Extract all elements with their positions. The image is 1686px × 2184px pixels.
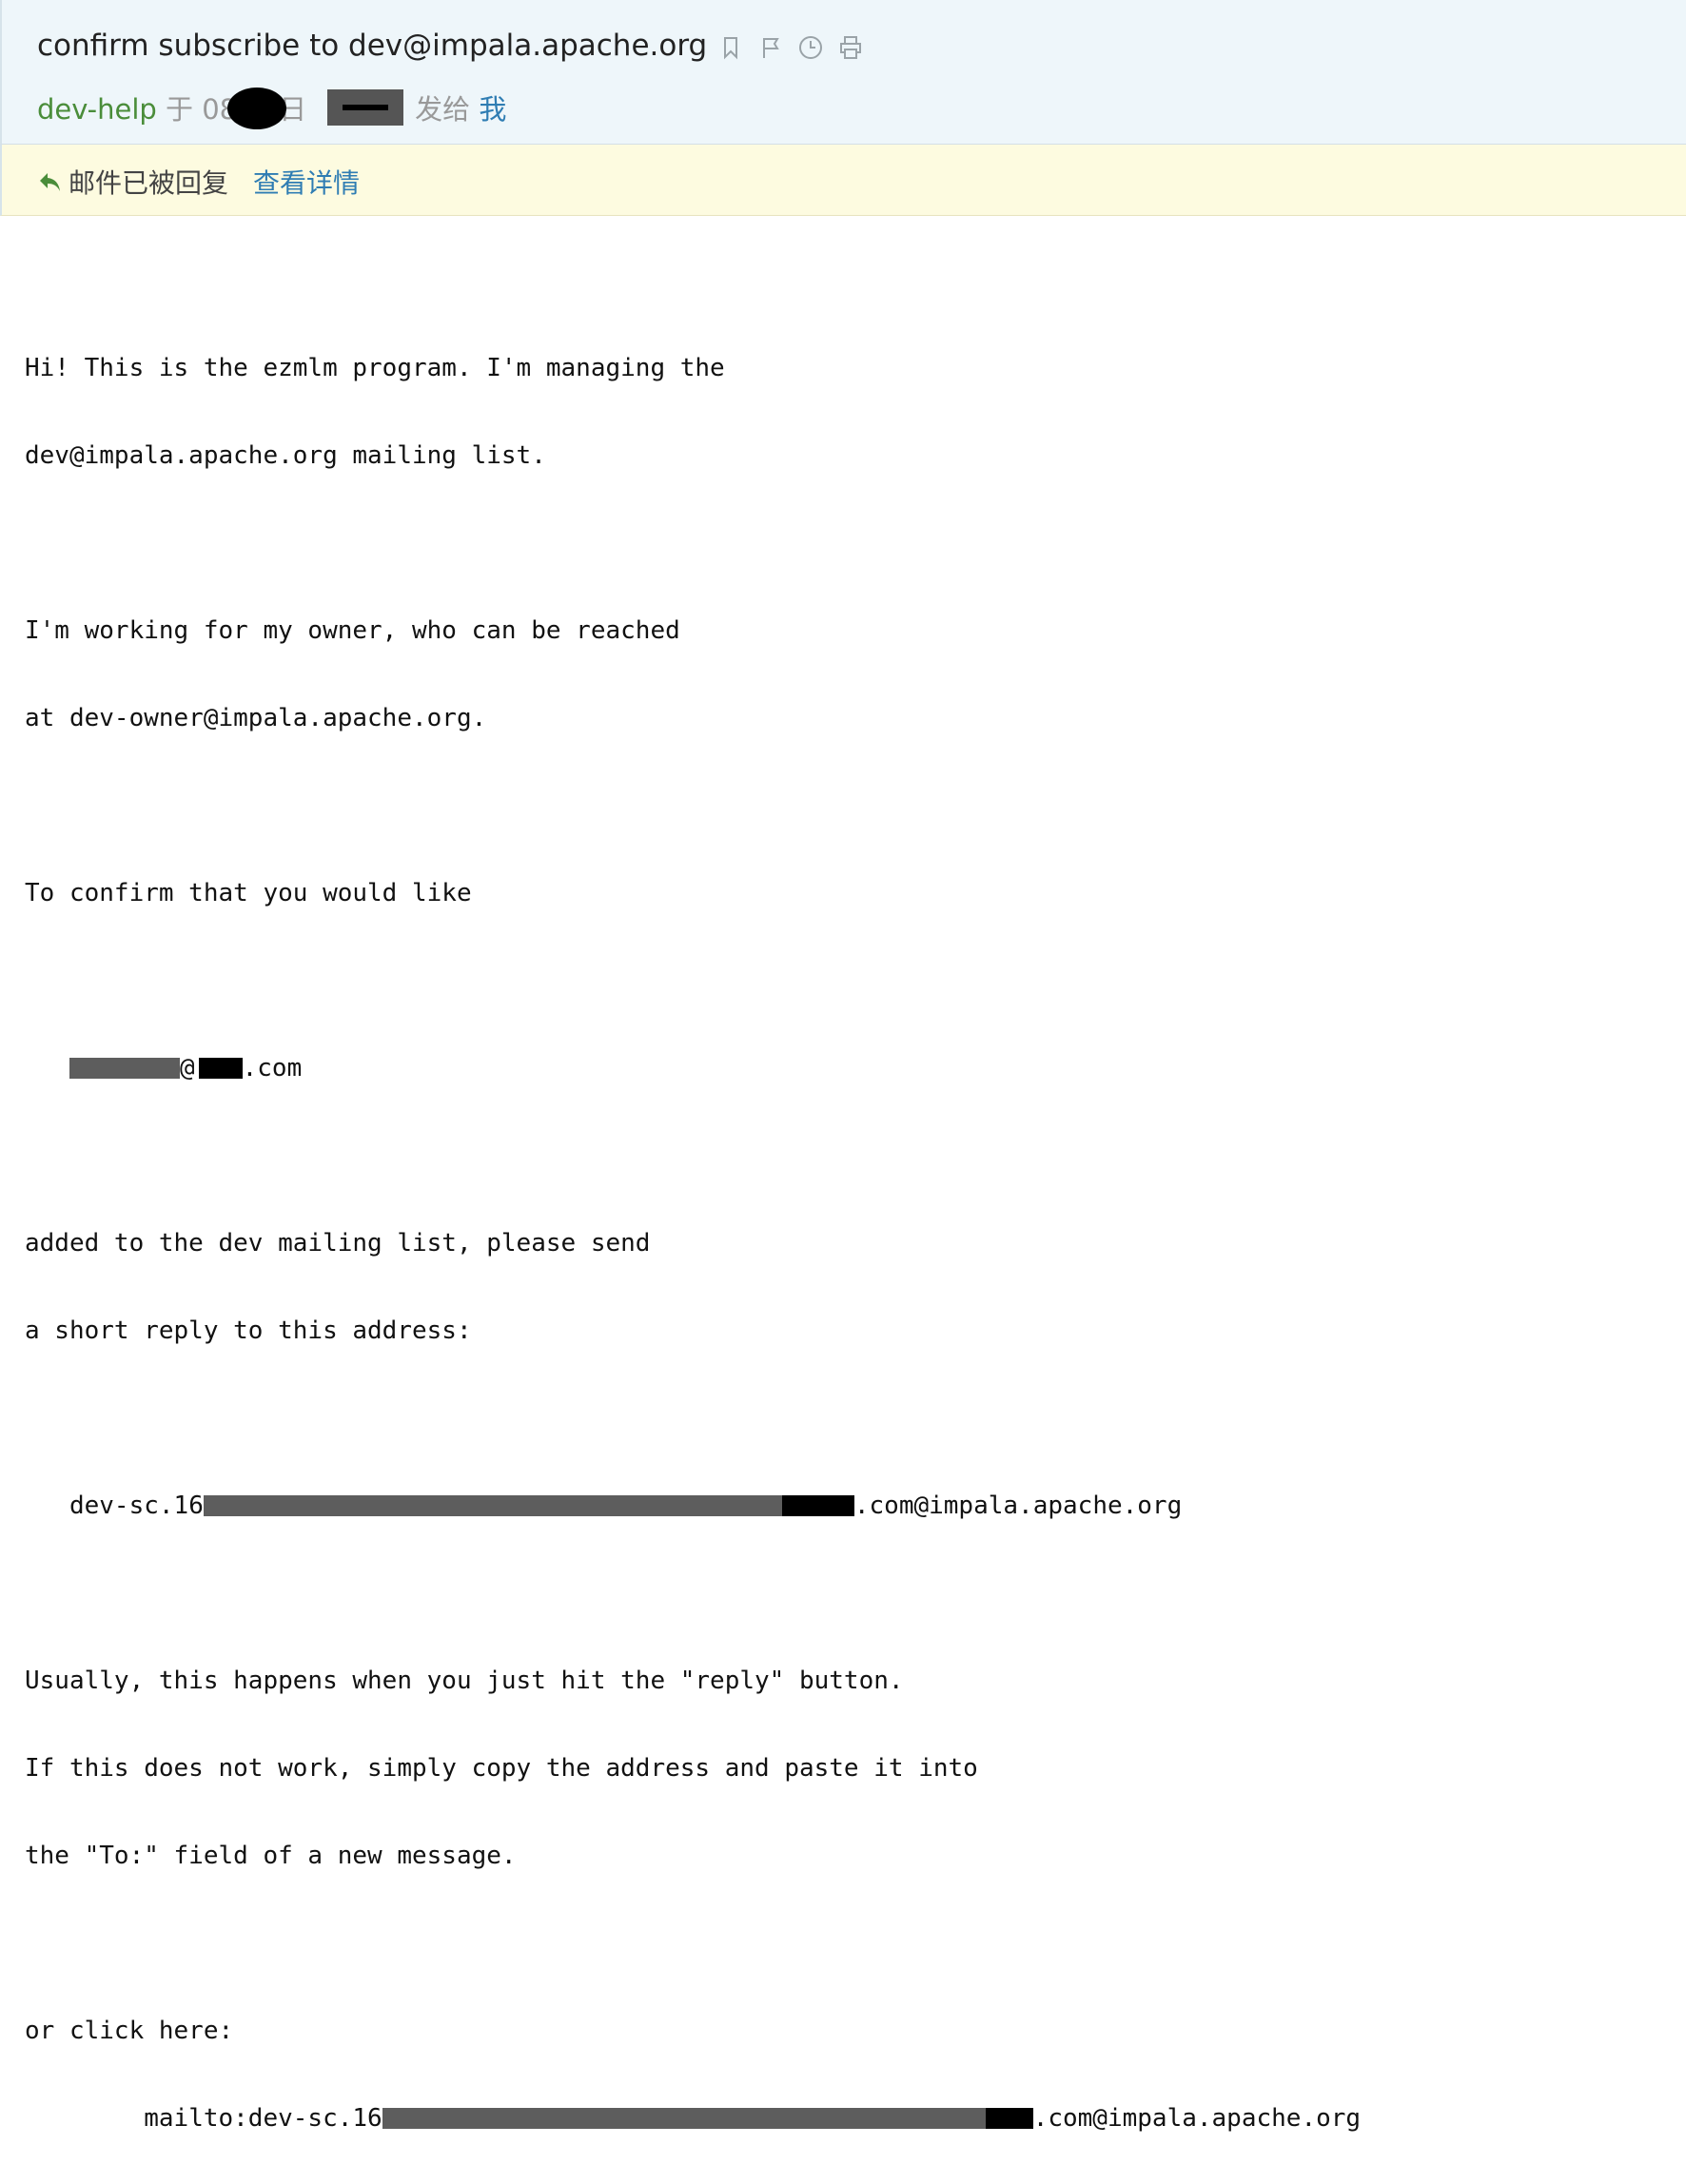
redacted-text xyxy=(985,2108,1033,2129)
sender-name[interactable]: dev-help xyxy=(37,93,157,126)
redacted-text xyxy=(69,1058,180,1079)
view-details-link[interactable]: 查看详情 xyxy=(253,167,360,199)
bookmark-icon[interactable] xyxy=(717,34,744,61)
body-line: If this does not work, simply copy the a… xyxy=(25,1754,978,1783)
redaction-box xyxy=(327,89,404,126)
body-line: a short reply to this address: xyxy=(25,1316,472,1345)
notice-text: 邮件已被回复 xyxy=(69,167,229,199)
redacted-text xyxy=(382,2108,986,2129)
email-header: confirm subscribe to dev@impala.apache.o… xyxy=(0,0,1686,145)
body-line: the "To:" field of a new message. xyxy=(25,1842,517,1870)
redacted-text xyxy=(203,1495,782,1516)
body-line: added to the dev mailing list, please se… xyxy=(25,1229,651,1258)
flag-icon[interactable] xyxy=(757,34,784,61)
email-body: Hi! This is the ezmlm program. I'm manag… xyxy=(25,302,1361,2184)
body-line: or click here: xyxy=(25,2017,234,2045)
email-subject: confirm subscribe to dev@impala.apache.o… xyxy=(37,29,708,63)
redaction-oval xyxy=(227,88,287,129)
redacted-text xyxy=(198,1058,243,1079)
confirm-address-line[interactable]: dev-sc.16 .com@impala.apache.org xyxy=(25,1484,1361,1528)
date-prefix: 于 08 xyxy=(166,93,238,126)
body-line: Usually, this happens when you just hit … xyxy=(25,1667,904,1695)
reply-notice-bar: 邮件已被回复 查看详情 xyxy=(0,145,1686,216)
sent-to-label: 发给 xyxy=(415,93,471,126)
clock-icon[interactable] xyxy=(797,34,824,61)
body-line: To confirm that you would like xyxy=(25,879,472,907)
body-line: I'm working for my owner, who can be rea… xyxy=(25,616,680,645)
print-icon[interactable] xyxy=(837,34,864,61)
mailto-link-line[interactable]: mailto:dev-sc.16 .com@impala.apache.org xyxy=(25,2096,1361,2140)
email-toolbar xyxy=(717,34,864,61)
body-line: at dev-owner@impala.apache.org. xyxy=(25,704,487,732)
body-line: Hi! This is the ezmlm program. I'm manag… xyxy=(25,354,725,382)
reply-icon xyxy=(38,170,63,195)
recipient-name[interactable]: 我 xyxy=(479,93,506,126)
email-meta: dev-help 于 08 日发给 我 xyxy=(37,88,506,132)
subscriber-email-line: @ .com xyxy=(25,1046,1361,1090)
redacted-text xyxy=(781,1495,854,1516)
body-line: dev@impala.apache.org mailing list. xyxy=(25,441,546,470)
